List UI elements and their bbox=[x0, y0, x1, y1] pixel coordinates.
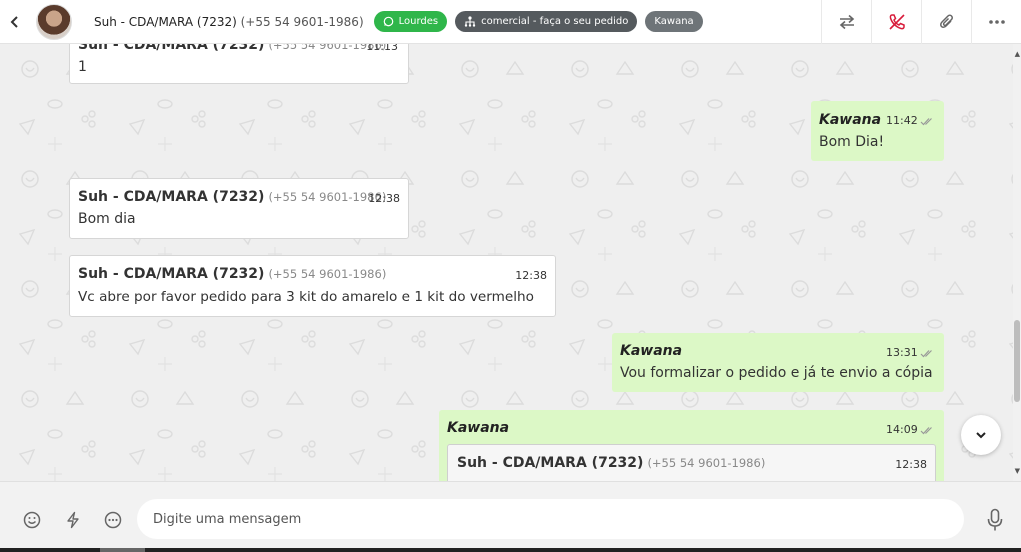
whatsapp-connection-tag[interactable]: Lourdes bbox=[373, 11, 448, 32]
agent-tag-label: Kawana bbox=[654, 16, 694, 27]
message-sender: Suh - CDA/MARA (7232) bbox=[78, 266, 265, 282]
message-text: Vou formalizar o pedido e já te envio a … bbox=[620, 365, 933, 381]
avatar[interactable] bbox=[36, 3, 72, 40]
end-call-icon bbox=[888, 14, 905, 30]
contact-phone: (+55 54 9601-1986) bbox=[240, 14, 364, 29]
message-incoming[interactable]: Suh - CDA/MARA (7232) (+55 54 9601-1986) … bbox=[69, 44, 409, 84]
message-sender-phone: (+55 54 9601-1986) bbox=[268, 267, 387, 281]
agent-tag[interactable]: Kawana bbox=[645, 11, 703, 32]
message-time: 14:09 bbox=[886, 423, 918, 436]
record-audio-button[interactable] bbox=[982, 506, 1008, 534]
message-incoming[interactable]: Suh - CDA/MARA (7232) (+55 54 9601-1986) … bbox=[69, 178, 409, 239]
chat-scrollbar-thumb[interactable] bbox=[1014, 320, 1020, 402]
message-text: 1 bbox=[78, 59, 87, 75]
quick-reply-button[interactable] bbox=[61, 508, 85, 532]
attach-button[interactable] bbox=[921, 0, 971, 44]
message-outgoing[interactable]: Kawana 14:09 Suh - CDA/MARA (7232) (+55 5… bbox=[439, 410, 944, 481]
bottom-strip-tab bbox=[100, 548, 145, 552]
transfer-icon bbox=[839, 14, 854, 30]
double-check-icon bbox=[920, 427, 932, 435]
whatsapp-tag-label: Lourdes bbox=[398, 16, 439, 27]
attach-icon bbox=[939, 14, 953, 28]
message-time: 11:42 bbox=[886, 114, 918, 127]
quick-reply-icon bbox=[67, 511, 79, 529]
quoted-sender: Suh - CDA/MARA (7232) bbox=[457, 455, 644, 471]
quoted-message[interactable]: Suh - CDA/MARA (7232) (+55 54 9601-1986) … bbox=[447, 444, 936, 481]
message-sender: Kawana bbox=[819, 112, 882, 128]
scroll-to-bottom-button[interactable] bbox=[961, 415, 1001, 455]
scroll-down-arrow[interactable]: ▼ bbox=[1015, 467, 1020, 475]
emoji-icon bbox=[23, 511, 41, 529]
message-sender: Suh - CDA/MARA (7232) bbox=[78, 44, 265, 53]
message-text: Vc abre por favor pedido para 3 kit do a… bbox=[78, 289, 534, 305]
message-time: 13:31 bbox=[886, 346, 918, 359]
messages-pane[interactable]: Suh - CDA/MARA (7232) (+55 54 9601-1986) … bbox=[0, 44, 1021, 481]
chevron-down-icon bbox=[976, 432, 986, 439]
department-tag-label: comercial - faça o seu pedido bbox=[481, 16, 629, 27]
message-sender: Kawana bbox=[447, 420, 510, 436]
more-icon bbox=[988, 20, 1005, 24]
more-button[interactable] bbox=[971, 0, 1021, 44]
message-input[interactable] bbox=[137, 499, 964, 539]
message-time: 12:38 bbox=[515, 269, 547, 282]
more-options-button[interactable] bbox=[101, 508, 125, 532]
more-options-icon bbox=[104, 511, 122, 529]
microphone-icon bbox=[987, 508, 1003, 531]
message-sender: Kawana bbox=[620, 343, 683, 359]
double-check-icon bbox=[920, 350, 932, 358]
message-incoming[interactable]: Suh - CDA/MARA (7232) (+55 54 9601-1986) … bbox=[69, 255, 556, 317]
double-check-icon bbox=[920, 118, 932, 126]
message-input-wrapper bbox=[137, 499, 964, 539]
end-call-button[interactable] bbox=[871, 0, 921, 44]
message-sender: Suh - CDA/MARA (7232) bbox=[78, 189, 265, 205]
contact-title[interactable]: Suh - CDA/MARA (7232) (+55 54 9601-1986) bbox=[94, 15, 364, 29]
message-time: 11:13 bbox=[366, 44, 398, 53]
whatsapp-icon bbox=[383, 16, 393, 27]
chat-scrollbar[interactable]: ▲ ▼ bbox=[1013, 44, 1021, 481]
message-time: 12:38 bbox=[368, 192, 400, 205]
back-button[interactable] bbox=[0, 0, 30, 44]
transfer-button[interactable] bbox=[821, 0, 871, 44]
message-outgoing[interactable]: Kawana 11:42 Bom Dia! bbox=[811, 101, 944, 161]
emoji-button[interactable] bbox=[20, 508, 44, 532]
chat-window: Suh - CDA/MARA (7232) (+55 54 9601-1986)… bbox=[0, 0, 1021, 552]
chevron-left-icon bbox=[10, 15, 18, 28]
chat-header: Suh - CDA/MARA (7232) (+55 54 9601-1986)… bbox=[0, 0, 1021, 44]
department-tag[interactable]: comercial - faça o seu pedido bbox=[455, 11, 638, 32]
header-actions bbox=[821, 0, 1021, 44]
message-outgoing[interactable]: Kawana 13:31 Vou formalizar o pedido e j… bbox=[612, 333, 944, 392]
contact-name: Suh - CDA/MARA (7232) bbox=[94, 14, 237, 29]
message-text: Bom dia bbox=[78, 211, 136, 227]
message-text: Bom Dia! bbox=[819, 134, 885, 150]
bottom-strip bbox=[0, 548, 1021, 552]
quoted-sender-phone: (+55 54 9601-1986) bbox=[647, 456, 766, 470]
message-composer bbox=[0, 481, 1021, 552]
scroll-up-arrow[interactable]: ▲ bbox=[1015, 50, 1020, 58]
sitemap-icon bbox=[464, 16, 476, 27]
quoted-time: 12:38 bbox=[895, 458, 927, 471]
